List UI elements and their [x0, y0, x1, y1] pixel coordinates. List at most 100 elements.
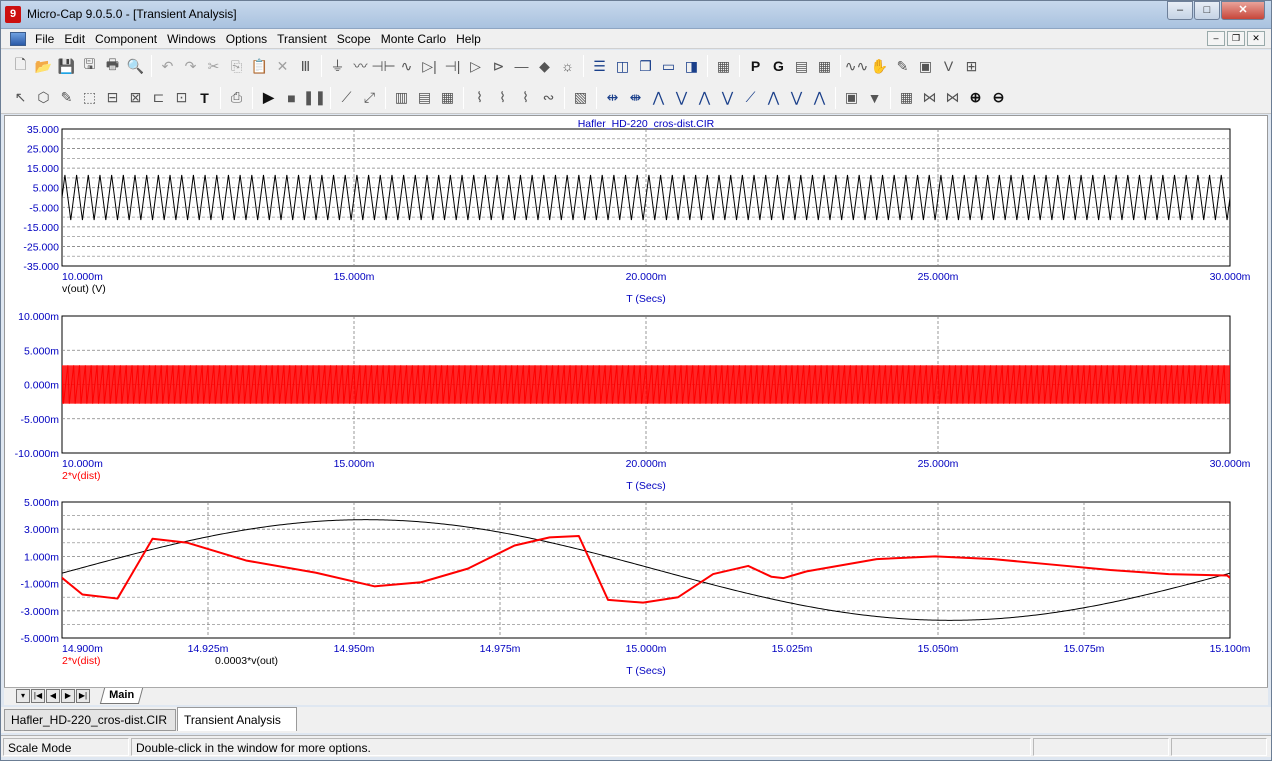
low-icon[interactable]: ⋁ [716, 87, 739, 109]
plot-icon[interactable]: ▧ [569, 87, 592, 109]
print-icon[interactable]: 🖶 [101, 55, 124, 77]
save-all-icon[interactable]: 🖫 [78, 55, 101, 77]
dropdown-icon[interactable]: ▼ [863, 87, 886, 109]
hscale-icon[interactable]: ⇼ [624, 87, 647, 109]
app-icon[interactable]: 9 [5, 6, 21, 23]
maximize-button[interactable]: □ [1194, 1, 1220, 20]
menu-file[interactable]: File [32, 32, 61, 46]
minimize-button[interactable]: – [1167, 1, 1193, 20]
copy-icon[interactable]: ⎘ [225, 55, 248, 77]
g-icon[interactable]: G [767, 55, 790, 77]
inductor-icon[interactable]: ∿ [395, 55, 418, 77]
split-icon[interactable]: ◨ [680, 55, 703, 77]
waveform-icon[interactable]: ∿∿ [845, 55, 868, 77]
battery-icon[interactable]: ⊣| [441, 55, 464, 77]
undo-icon[interactable]: ↶ [156, 55, 179, 77]
bulb-icon[interactable]: ☼ [556, 55, 579, 77]
first-sheet-button[interactable]: |◀ [31, 689, 45, 703]
mdi-restore-button[interactable]: ❐ [1227, 31, 1245, 46]
mdi-minimize-button[interactable]: – [1207, 31, 1225, 46]
tag-b-icon[interactable]: ⋈ [941, 87, 964, 109]
last-sheet-button[interactable]: ▶| [76, 689, 90, 703]
run-icon[interactable]: ▶ [257, 87, 280, 109]
cursor-a-icon[interactable]: ⌇ [468, 87, 491, 109]
probe-icon[interactable]: ⊡ [170, 87, 193, 109]
node-icon[interactable]: ⊠ [124, 87, 147, 109]
redo-icon[interactable]: ↷ [179, 55, 202, 77]
cascade-icon[interactable]: ❐ [634, 55, 657, 77]
sheet-menu-button[interactable]: ▾ [16, 689, 30, 703]
move-icon[interactable]: ⊟ [101, 87, 124, 109]
sheet-tab-main[interactable]: Main [99, 688, 144, 704]
diode-icon[interactable]: ▷| [418, 55, 441, 77]
window-icon[interactable]: ▭ [657, 55, 680, 77]
link-icon[interactable]: ⊏ [147, 87, 170, 109]
zoom-out-icon[interactable]: ⊖ [987, 87, 1010, 109]
grid-b-icon[interactable]: ▤ [413, 87, 436, 109]
draw-icon[interactable]: ✎ [55, 87, 78, 109]
menu-scope[interactable]: Scope [334, 32, 378, 46]
diag-icon[interactable]: ⤢ [358, 87, 381, 109]
max-icon[interactable]: ⋀ [808, 87, 831, 109]
values-icon[interactable]: V [937, 55, 960, 77]
box-icon[interactable]: ⬚ [78, 87, 101, 109]
capacitor-icon[interactable]: ⊣⊢ [371, 55, 395, 77]
delete-icon[interactable]: ✕ [271, 55, 294, 77]
plots-svg[interactable]: 35.000 25.000 15.000 5.000 -5.000 -15.000 -25.… [5, 116, 1267, 687]
plot-2[interactable] [61, 315, 1231, 454]
tab-circuit[interactable]: Hafler_HD-220_cros-dist.CIR [4, 709, 176, 731]
zoom-in-icon[interactable]: ⊕ [964, 87, 987, 109]
ground-icon[interactable]: ⏚ [326, 55, 349, 77]
close-button[interactable]: ✕ [1221, 1, 1265, 20]
table-icon[interactable]: ▦ [813, 55, 836, 77]
save-icon[interactable]: 💾 [55, 55, 78, 77]
valley-icon[interactable]: ⋁ [670, 87, 693, 109]
tab-transient-analysis[interactable]: Transient Analysis [177, 707, 297, 731]
menu-options[interactable]: Options [223, 32, 274, 46]
tile-horizontal-icon[interactable]: ☰ [588, 55, 611, 77]
pause-icon[interactable]: ❚❚ [303, 87, 326, 109]
prev-sheet-button[interactable]: ◀ [46, 689, 60, 703]
document-icon[interactable] [10, 31, 26, 46]
menu-windows[interactable]: Windows [164, 32, 223, 46]
calculator-icon[interactable]: ▦ [712, 55, 735, 77]
shape-icon[interactable]: ⬡ [32, 87, 55, 109]
menu-edit[interactable]: Edit [61, 32, 92, 46]
resistor-icon[interactable]: 〰 [349, 55, 372, 77]
cursor-b-icon[interactable]: ⌇ [491, 87, 514, 109]
menu-transient[interactable]: Transient [274, 32, 334, 46]
grid-a-icon[interactable]: ▥ [390, 87, 413, 109]
zoom-window-icon[interactable]: ⊞ [960, 55, 983, 77]
high-icon[interactable]: ⋀ [693, 87, 716, 109]
tile-vertical-icon[interactable]: ◫ [611, 55, 634, 77]
title-bar[interactable]: 9 Micro-Cap 9.0.5.0 - [Transient Analysi… [1, 1, 1271, 29]
grid-icon[interactable]: ▤ [790, 55, 813, 77]
wave-icon[interactable]: ∾ [537, 87, 560, 109]
plot-area[interactable]: 35.000 25.000 15.000 5.000 -5.000 -15.000 -25.… [4, 115, 1268, 688]
scale-icon[interactable]: ⇹ [601, 87, 624, 109]
menu-monte-carlo[interactable]: Monte Carlo [378, 32, 453, 46]
wire-icon[interactable]: — [510, 55, 533, 77]
select-all-icon[interactable]: Ⅲ [294, 55, 317, 77]
tag-a-icon[interactable]: ⋈ [918, 87, 941, 109]
p-icon[interactable]: P [744, 55, 767, 77]
select-icon[interactable]: ↖ [9, 87, 32, 109]
transistor-icon[interactable]: ⊳ [487, 55, 510, 77]
print-preview-icon[interactable]: 🔍 [124, 55, 147, 77]
stop-icon[interactable]: ■ [280, 87, 303, 109]
opamp-icon[interactable]: ▷ [464, 55, 487, 77]
plot-3[interactable] [5, 501, 1267, 639]
open-icon[interactable]: 📂 [32, 55, 55, 77]
scope-icon[interactable]: ▣ [914, 55, 937, 77]
new-icon[interactable]: 🗋 [9, 55, 32, 77]
pen-icon[interactable]: ✎ [891, 55, 914, 77]
menu-help[interactable]: Help [453, 32, 488, 46]
cursor-c-icon[interactable]: ⌇ [514, 87, 537, 109]
slope-icon[interactable]: ⟋ [739, 87, 762, 109]
next-sheet-button[interactable]: ▶ [61, 689, 75, 703]
junction-icon[interactable]: ◆ [533, 55, 556, 77]
probe-icon[interactable]: ✋ [868, 55, 891, 77]
cut-icon[interactable]: ✂ [202, 55, 225, 77]
min-icon[interactable]: ⋁ [785, 87, 808, 109]
grid-c-icon[interactable]: ▦ [436, 87, 459, 109]
